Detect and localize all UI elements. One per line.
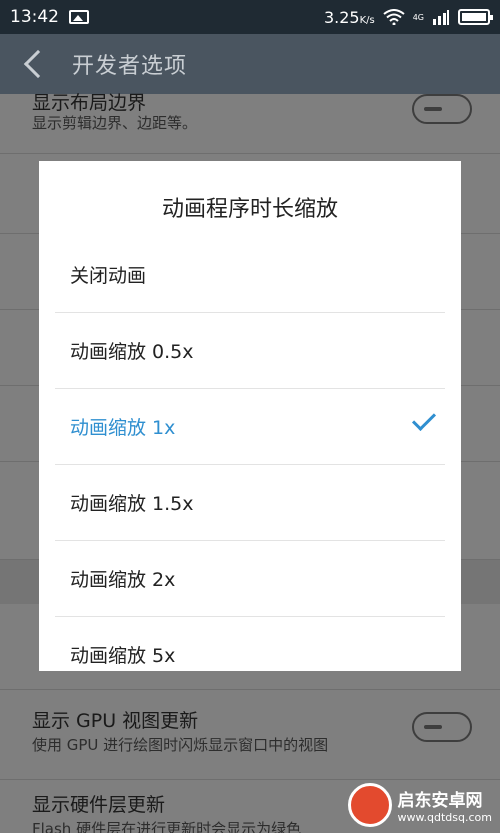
dialog-title: 动画程序时长缩放 xyxy=(161,197,338,222)
action-bar: 开发者选项 xyxy=(0,34,500,94)
list-item-title: 显示 GPU 视图更新 xyxy=(32,710,199,732)
list-item-subtitle: 使用 GPU 进行绘图时闪烁显示窗口中的视图 xyxy=(32,736,329,754)
watermark-logo-icon xyxy=(347,783,392,827)
animation-scale-dialog: 动画程序时长缩放 关闭动画 动画缩放 0.5x 动画缩放 1x 动画缩放 1.5… xyxy=(39,161,461,671)
signal-icon xyxy=(433,10,449,25)
back-arrow-icon[interactable] xyxy=(23,49,53,79)
status-bar: 13:42 3.25K/s 4G xyxy=(0,0,500,34)
list-item-layout-bounds[interactable]: 显示布局边界 显示剪辑边界、边距等。 xyxy=(0,88,500,154)
status-right: 3.25K/s 4G xyxy=(324,8,493,27)
watermark-line1: 启东安卓网 xyxy=(397,791,483,811)
list-item-title: 显示硬件层更新 xyxy=(32,794,166,816)
option-scale-1-5x[interactable]: 动画缩放 1.5x xyxy=(55,465,445,541)
watermark-text: 启东安卓网 www.qdtdsq.com xyxy=(398,786,492,824)
option-scale-5x[interactable]: 动画缩放 5x xyxy=(55,617,445,671)
option-label: 动画缩放 0.5x xyxy=(70,341,194,363)
option-label: 动画缩放 1x xyxy=(70,417,176,439)
option-label: 关闭动画 xyxy=(70,265,147,287)
option-label: 动画缩放 1.5x xyxy=(70,493,194,515)
option-scale-1x[interactable]: 动画缩放 1x xyxy=(55,389,445,465)
watermark-line2: www.qdtdsq.com xyxy=(397,811,492,824)
page-title: 开发者选项 xyxy=(72,54,188,79)
option-label: 动画缩放 5x xyxy=(70,645,176,667)
list-item-title: 显示布局边界 xyxy=(32,92,147,114)
option-scale-0-5x[interactable]: 动画缩放 0.5x xyxy=(55,313,445,389)
image-icon xyxy=(69,10,89,24)
option-scale-2x[interactable]: 动画缩放 2x xyxy=(55,541,445,617)
check-icon xyxy=(411,406,437,432)
list-item-subtitle: Flash 硬件层在进行更新时会显示为绿色 xyxy=(32,820,302,833)
option-label: 动画缩放 2x xyxy=(70,569,176,591)
list-item-gpu-updates[interactable]: 显示 GPU 视图更新 使用 GPU 进行绘图时闪烁显示窗口中的视图 xyxy=(0,690,500,780)
toggle-switch[interactable] xyxy=(412,94,472,124)
toggle-switch[interactable] xyxy=(412,712,472,742)
network-type: 4G xyxy=(412,12,424,22)
watermark: 启东安卓网 www.qdtdsq.com xyxy=(347,783,492,827)
speed-unit: K/s xyxy=(359,14,375,26)
option-animation-off[interactable]: 关闭动画 xyxy=(55,237,445,313)
status-time: 13:42 xyxy=(10,7,59,27)
list-item-subtitle: 显示剪辑边界、边距等。 xyxy=(32,114,198,132)
network-speed: 3.25K/s xyxy=(324,8,375,27)
speed-value: 3.25 xyxy=(323,7,360,27)
wifi-icon xyxy=(383,9,405,25)
battery-icon xyxy=(458,9,493,25)
